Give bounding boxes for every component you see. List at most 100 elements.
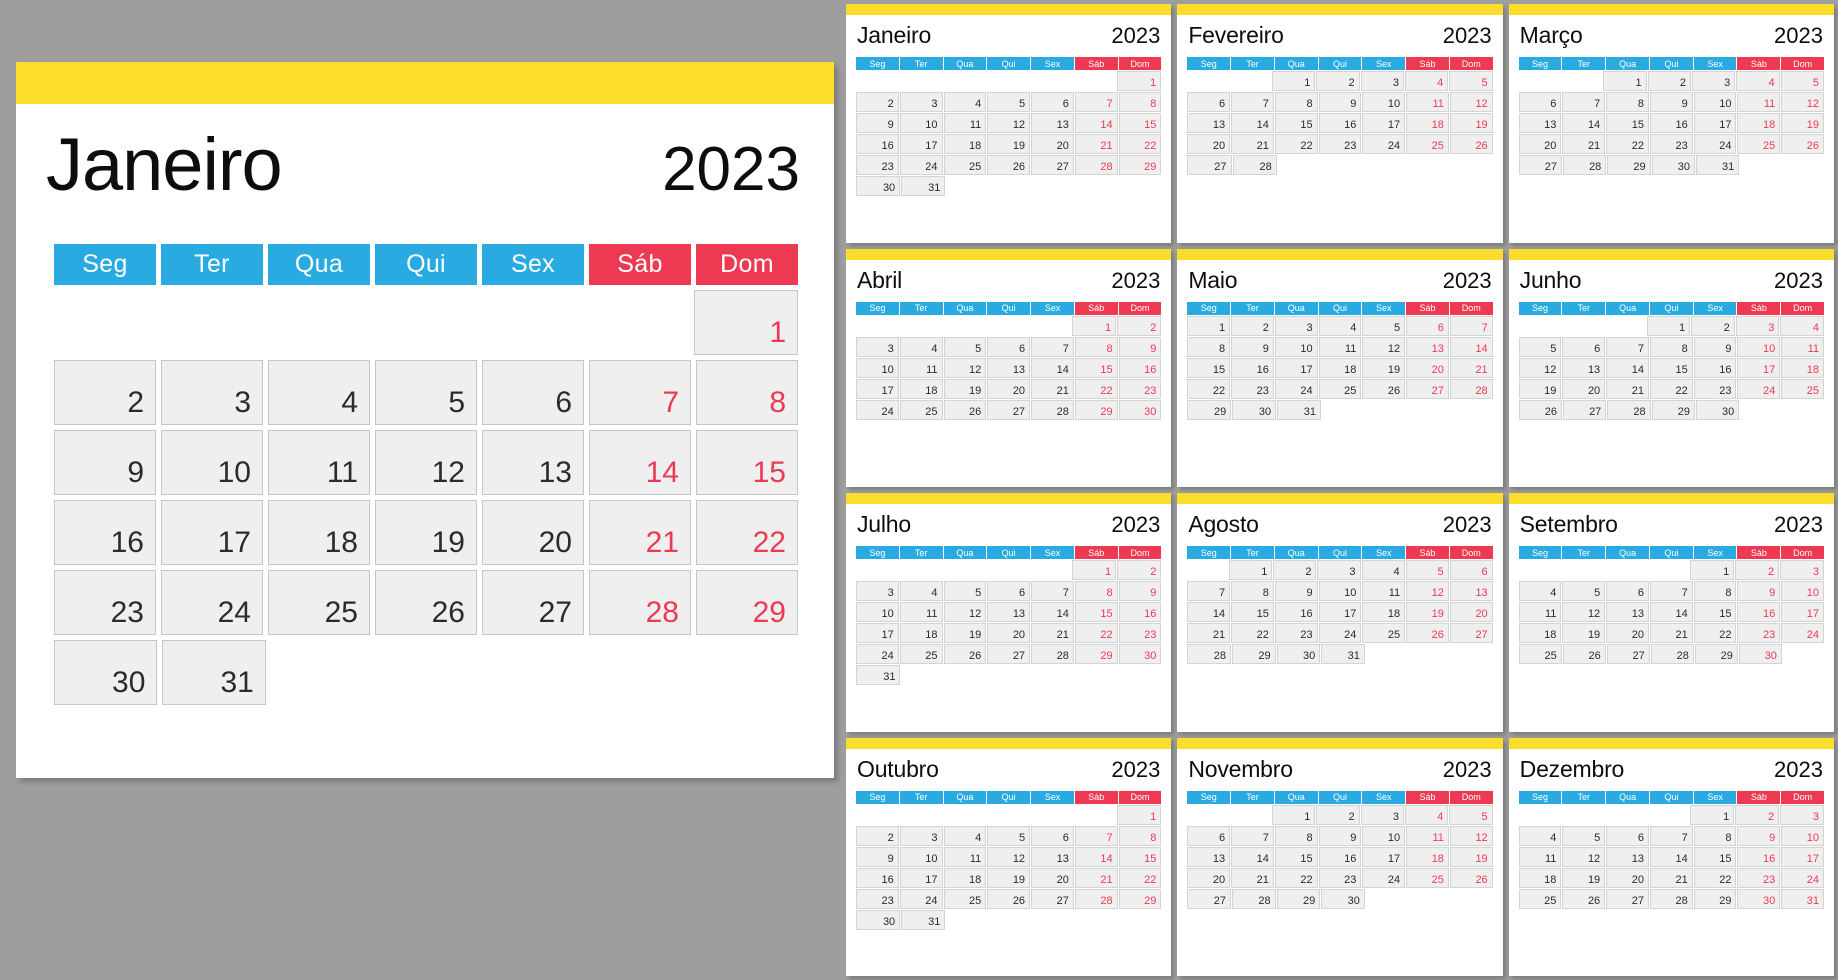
mini-day-cell[interactable]: 2 bbox=[1316, 71, 1360, 92]
mini-day-cell[interactable]: 13 bbox=[1449, 581, 1493, 602]
day-cell[interactable]: 29 bbox=[696, 570, 798, 635]
mini-day-cell[interactable]: 8 bbox=[1606, 92, 1649, 113]
mini-day-cell[interactable]: 23 bbox=[856, 888, 899, 909]
mini-day-cell[interactable]: 15 bbox=[1649, 357, 1693, 378]
mini-day-cell[interactable]: 21 bbox=[1649, 623, 1693, 644]
mini-day-cell[interactable]: 10 bbox=[1693, 92, 1737, 113]
day-cell[interactable]: 10 bbox=[161, 430, 263, 495]
mini-day-cell[interactable]: 7 bbox=[1074, 92, 1118, 113]
day-cell[interactable]: 15 bbox=[696, 430, 798, 495]
mini-day-cell[interactable]: 28 bbox=[1607, 399, 1651, 420]
mini-day-cell[interactable]: 11 bbox=[943, 113, 987, 134]
mini-day-cell[interactable]: 23 bbox=[1693, 378, 1737, 399]
mini-day-cell[interactable]: 17 bbox=[1781, 602, 1825, 623]
mini-day-cell[interactable]: 5 bbox=[987, 825, 1031, 846]
mini-day-cell[interactable]: 12 bbox=[943, 357, 987, 378]
mini-day-cell[interactable]: 21 bbox=[1187, 623, 1231, 644]
mini-day-cell[interactable]: 12 bbox=[1562, 602, 1606, 623]
mini-day-cell[interactable]: 5 bbox=[943, 336, 987, 357]
mini-day-cell[interactable]: 5 bbox=[1449, 804, 1493, 825]
mini-day-cell[interactable]: 20 bbox=[1518, 134, 1562, 155]
mini-day-cell[interactable]: 4 bbox=[1780, 315, 1825, 336]
mini-day-cell[interactable]: 27 bbox=[1187, 888, 1231, 909]
mini-day-cell[interactable]: 7 bbox=[1449, 315, 1493, 336]
mini-day-cell[interactable]: 29 bbox=[1074, 644, 1118, 665]
mini-day-cell[interactable]: 9 bbox=[1318, 825, 1362, 846]
mini-day-cell[interactable]: 16 bbox=[1274, 602, 1318, 623]
mini-day-cell[interactable]: 1 bbox=[1229, 560, 1273, 581]
mini-day-cell[interactable]: 5 bbox=[987, 92, 1031, 113]
mini-day-cell[interactable]: 3 bbox=[1360, 804, 1404, 825]
day-cell[interactable]: 16 bbox=[54, 500, 156, 565]
mini-day-cell[interactable]: 30 bbox=[1118, 399, 1162, 420]
mini-day-cell[interactable]: 29 bbox=[1276, 888, 1321, 909]
mini-day-cell[interactable]: 16 bbox=[1118, 602, 1162, 623]
mini-day-cell[interactable]: 17 bbox=[1737, 357, 1781, 378]
mini-day-cell[interactable]: 31 bbox=[856, 665, 901, 686]
mini-day-cell[interactable]: 6 bbox=[987, 336, 1031, 357]
mini-day-cell[interactable]: 14 bbox=[1074, 846, 1118, 867]
mini-month-card-dezembro[interactable]: Dezembro 2023 Seg Ter Qua Qui Sex Sáb Dom 1 2 3 4 5 6 7… bbox=[1508, 737, 1834, 976]
mini-day-cell[interactable]: 26 bbox=[1362, 378, 1406, 399]
mini-day-cell[interactable]: 19 bbox=[1562, 623, 1606, 644]
mini-day-cell[interactable]: 28 bbox=[1074, 155, 1118, 176]
mini-day-cell[interactable]: 4 bbox=[943, 92, 987, 113]
mini-day-cell[interactable]: 4 bbox=[1318, 315, 1362, 336]
mini-day-cell[interactable]: 28 bbox=[1449, 378, 1493, 399]
mini-day-cell[interactable]: 5 bbox=[1562, 825, 1606, 846]
mini-day-cell[interactable]: 10 bbox=[1362, 825, 1406, 846]
mini-day-cell[interactable]: 21 bbox=[1031, 623, 1074, 644]
mini-day-cell[interactable]: 18 bbox=[1318, 357, 1362, 378]
mini-day-cell[interactable]: 17 bbox=[899, 867, 943, 888]
mini-day-cell[interactable]: 18 bbox=[899, 623, 943, 644]
mini-day-cell[interactable]: 12 bbox=[1449, 92, 1493, 113]
mini-day-cell[interactable]: 4 bbox=[1404, 804, 1449, 825]
mini-month-card-janeiro[interactable]: Janeiro 2023 Seg Ter Qua Qui Sex Sáb Dom 1 2 3 4 5 6 7 8… bbox=[846, 4, 1172, 243]
mini-day-cell[interactable]: 10 bbox=[1737, 336, 1781, 357]
mini-day-cell[interactable]: 15 bbox=[1118, 113, 1162, 134]
mini-day-cell[interactable]: 13 bbox=[987, 357, 1031, 378]
mini-day-cell[interactable]: 4 bbox=[1361, 560, 1405, 581]
mini-day-cell[interactable]: 24 bbox=[899, 888, 943, 909]
mini-day-cell[interactable]: 20 bbox=[1031, 867, 1074, 888]
mini-day-cell[interactable]: 18 bbox=[943, 867, 987, 888]
mini-day-cell[interactable]: 28 bbox=[1187, 644, 1231, 665]
mini-day-cell[interactable]: 18 bbox=[1781, 357, 1825, 378]
mini-day-cell[interactable]: 24 bbox=[1362, 867, 1406, 888]
mini-day-cell[interactable]: 27 bbox=[1606, 644, 1650, 665]
mini-day-cell[interactable]: 21 bbox=[1449, 357, 1493, 378]
mini-day-cell[interactable]: 27 bbox=[1606, 888, 1649, 909]
mini-day-cell[interactable]: 22 bbox=[1231, 623, 1274, 644]
mini-day-cell[interactable]: 5 bbox=[1362, 315, 1406, 336]
mini-day-cell[interactable]: 18 bbox=[1518, 623, 1562, 644]
mini-day-cell[interactable]: 7 bbox=[1031, 581, 1074, 602]
mini-day-cell[interactable]: 13 bbox=[1187, 113, 1231, 134]
mini-day-cell[interactable]: 12 bbox=[1562, 846, 1606, 867]
mini-day-cell[interactable]: 31 bbox=[901, 176, 946, 197]
mini-day-cell[interactable]: 7 bbox=[1231, 92, 1274, 113]
mini-day-cell[interactable]: 24 bbox=[899, 155, 943, 176]
day-cell[interactable]: 20 bbox=[482, 500, 584, 565]
mini-day-cell[interactable]: 24 bbox=[1781, 623, 1825, 644]
mini-day-cell[interactable]: 30 bbox=[1738, 644, 1782, 665]
mini-day-cell[interactable]: 4 bbox=[1736, 71, 1780, 92]
mini-day-cell[interactable]: 9 bbox=[1318, 92, 1362, 113]
mini-day-cell[interactable]: 24 bbox=[856, 399, 899, 420]
mini-day-cell[interactable]: 12 bbox=[987, 113, 1031, 134]
mini-day-cell[interactable]: 12 bbox=[987, 846, 1031, 867]
mini-day-cell[interactable]: 29 bbox=[1231, 644, 1276, 665]
mini-day-cell[interactable]: 23 bbox=[1318, 134, 1362, 155]
mini-day-cell[interactable]: 30 bbox=[1651, 155, 1695, 176]
mini-day-cell[interactable]: 13 bbox=[1562, 357, 1606, 378]
mini-day-cell[interactable]: 22 bbox=[1274, 867, 1318, 888]
mini-day-cell[interactable]: 22 bbox=[1187, 378, 1231, 399]
mini-day-cell[interactable]: 25 bbox=[1406, 134, 1449, 155]
mini-day-cell[interactable]: 14 bbox=[1231, 113, 1274, 134]
mini-day-cell[interactable]: 25 bbox=[943, 155, 987, 176]
mini-day-cell[interactable]: 28 bbox=[1232, 155, 1277, 176]
mini-day-cell[interactable]: 18 bbox=[1406, 846, 1449, 867]
mini-day-cell[interactable]: 2 bbox=[1647, 71, 1691, 92]
mini-day-cell[interactable]: 1 bbox=[1187, 315, 1231, 336]
mini-day-cell[interactable]: 14 bbox=[1031, 602, 1074, 623]
mini-day-cell[interactable]: 9 bbox=[856, 113, 899, 134]
